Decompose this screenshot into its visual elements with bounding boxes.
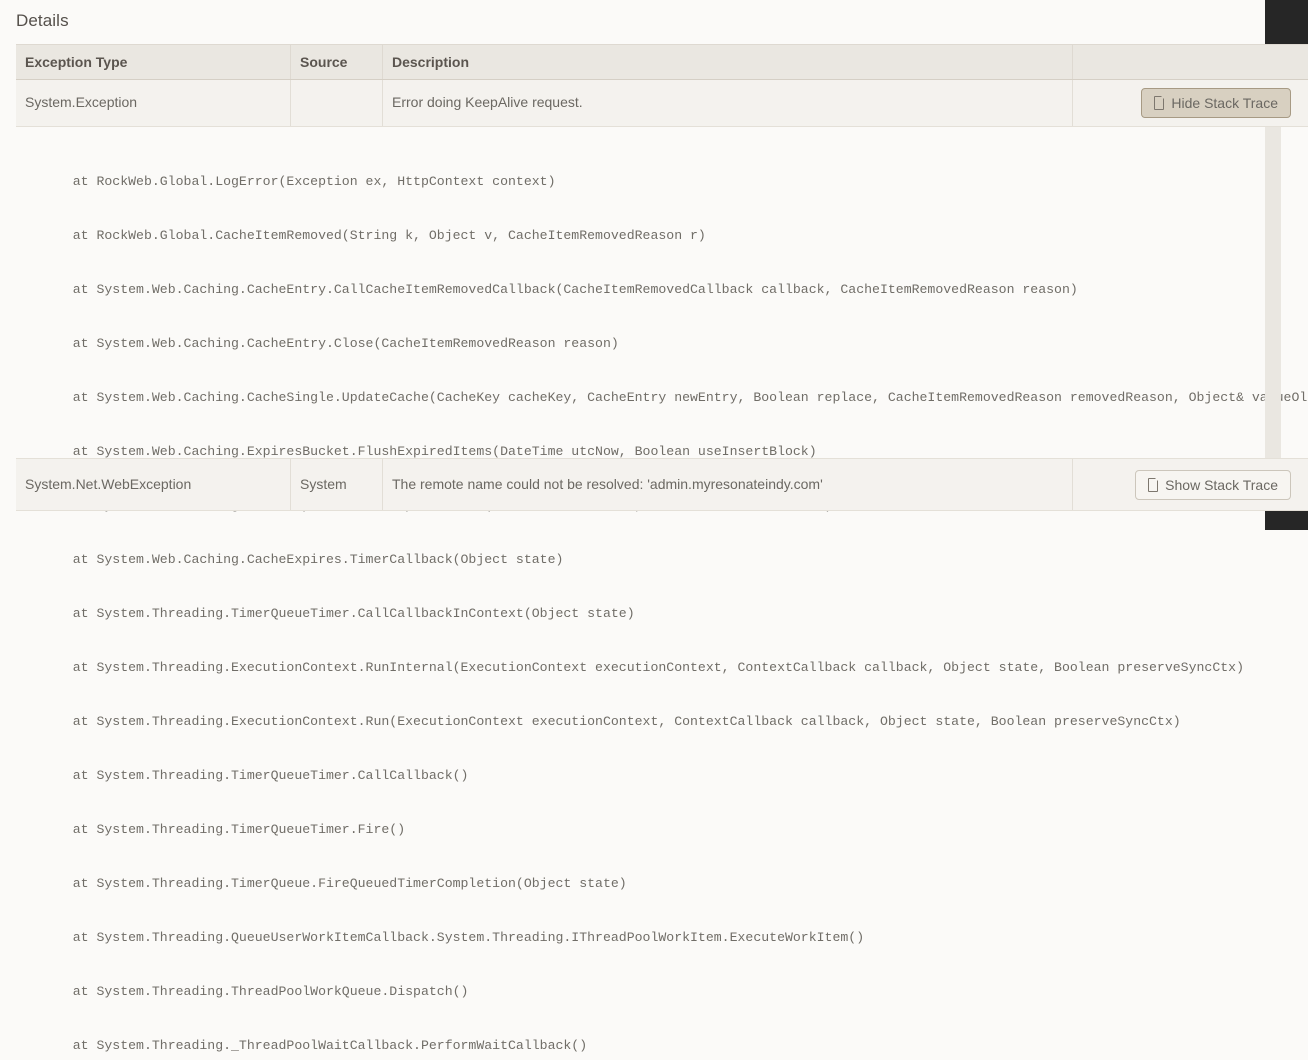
- stack-trace-line: at System.Threading.TimerQueueTimer.Call…: [49, 605, 1308, 623]
- stack-trace-line: at System.Threading.ExecutionContext.Run…: [49, 713, 1308, 731]
- stack-trace-panel: at RockWeb.Global.LogError(Exception ex,…: [16, 127, 1308, 459]
- stack-trace-text[interactable]: at RockWeb.Global.LogError(Exception ex,…: [16, 137, 1308, 1060]
- cell-actions: Show Stack Trace: [1072, 459, 1308, 510]
- stack-trace-line: at System.Threading.TimerQueueTimer.Fire…: [49, 821, 1308, 839]
- cell-source: [290, 80, 382, 126]
- stack-trace-line: at System.Web.Caching.CacheSingle.Update…: [49, 389, 1308, 407]
- stack-trace-line: at RockWeb.Global.CacheItemRemoved(Strin…: [49, 227, 1308, 245]
- exception-table: Exception Type Source Description System…: [16, 44, 1308, 511]
- hide-stack-trace-button[interactable]: Hide Stack Trace: [1141, 88, 1291, 118]
- cell-exception-type: System.Net.WebException: [16, 459, 290, 510]
- table-row[interactable]: System.Net.WebException System The remot…: [16, 459, 1308, 511]
- stack-trace-line: at System.Threading.QueueUserWorkItemCal…: [49, 929, 1308, 947]
- details-page: Details Exception Type Source Descriptio…: [0, 0, 1308, 530]
- column-header-description: Description: [382, 45, 1072, 79]
- cell-description: The remote name could not be resolved: '…: [382, 459, 1072, 510]
- page-title: Details: [16, 11, 69, 31]
- cell-description: Error doing KeepAlive request.: [382, 80, 1072, 126]
- stack-trace-line: at RockWeb.Global.LogError(Exception ex,…: [49, 173, 1308, 191]
- stack-trace-line: at System.Web.Caching.CacheEntry.Close(C…: [49, 335, 1308, 353]
- stack-trace-line: at System.Threading.TimerQueue.FireQueue…: [49, 875, 1308, 893]
- cell-actions: Hide Stack Trace: [1072, 80, 1308, 126]
- stack-trace-line: at System.Threading._ThreadPoolWaitCallb…: [49, 1037, 1308, 1055]
- hide-stack-trace-label: Hide Stack Trace: [1171, 81, 1278, 126]
- show-stack-trace-label: Show Stack Trace: [1165, 460, 1278, 510]
- stack-trace-line: at System.Web.Caching.CacheEntry.CallCac…: [49, 281, 1308, 299]
- stack-trace-line: at System.Web.Caching.CacheExpires.Timer…: [49, 551, 1308, 569]
- stack-trace-line: at System.Threading.ThreadPoolWorkQueue.…: [49, 983, 1308, 1001]
- document-icon: [1148, 478, 1159, 492]
- cell-exception-type: System.Exception: [16, 80, 290, 126]
- table-header-row: Exception Type Source Description: [16, 44, 1308, 80]
- show-stack-trace-button[interactable]: Show Stack Trace: [1135, 470, 1291, 500]
- stack-trace-line: at System.Threading.TimerQueueTimer.Call…: [49, 767, 1308, 785]
- column-header-exception-type: Exception Type: [16, 45, 290, 79]
- column-header-source: Source: [290, 45, 382, 79]
- document-icon: [1154, 96, 1165, 110]
- cell-source: System: [290, 459, 382, 510]
- column-header-actions: [1072, 45, 1308, 79]
- table-row[interactable]: System.Exception Error doing KeepAlive r…: [16, 80, 1308, 127]
- stack-trace-line: at System.Threading.ExecutionContext.Run…: [49, 659, 1308, 677]
